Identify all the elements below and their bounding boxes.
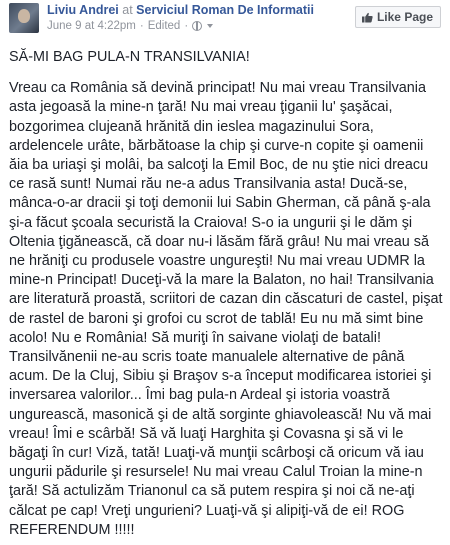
meta-separator: · bbox=[139, 20, 144, 32]
timestamp-link[interactable]: June 9 at 4:22pm bbox=[47, 20, 136, 32]
edited-link[interactable]: Edited bbox=[148, 20, 181, 32]
like-page-button[interactable]: Like Page bbox=[354, 6, 441, 28]
thumbs-up-icon bbox=[361, 12, 373, 23]
at-word: at bbox=[122, 3, 133, 17]
meta-separator-2: · bbox=[184, 20, 189, 32]
chevron-down-icon[interactable] bbox=[207, 24, 214, 28]
like-page-label: Like Page bbox=[376, 10, 433, 24]
post-body: SĂ-MI BAG PULA-N TRANSILVANIA! Vreau ca … bbox=[9, 48, 443, 545]
location-link[interactable]: Serviciul Roman De Informatii bbox=[136, 3, 314, 17]
globe-icon[interactable] bbox=[192, 21, 203, 31]
post-header: Liviu Andrei at Serviciul Roman De Infor… bbox=[0, 0, 450, 44]
post-title-line: SĂ-MI BAG PULA-N TRANSILVANIA! bbox=[9, 49, 250, 65]
author-line: Liviu Andrei at Serviciul Roman De Infor… bbox=[47, 3, 314, 17]
author-name-link[interactable]: Liviu Andrei bbox=[47, 3, 119, 17]
facebook-post: Liviu Andrei at Serviciul Roman De Infor… bbox=[0, 0, 450, 538]
post-paragraph: Vreau ca România să devină principat! Nu… bbox=[9, 80, 443, 538]
post-meta: June 9 at 4:22pm · Edited · bbox=[47, 20, 214, 32]
avatar[interactable] bbox=[9, 3, 39, 33]
